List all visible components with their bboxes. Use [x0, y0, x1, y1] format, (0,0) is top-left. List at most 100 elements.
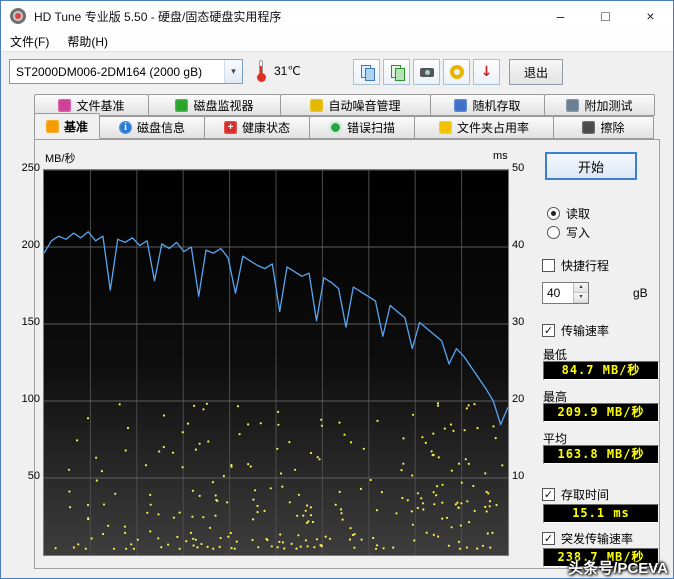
right-axis-tick: 20 — [512, 393, 525, 405]
chevron-down-icon: ▾ — [224, 60, 242, 83]
stepper-down-icon[interactable]: ▾ — [574, 293, 588, 303]
random-access-icon — [454, 98, 468, 112]
short-stroke-unit: gB — [633, 286, 648, 300]
erase-icon — [582, 121, 596, 134]
error-scan-icon — [328, 121, 342, 134]
tab-disk-monitor[interactable]: 磁盘监视器 — [148, 94, 281, 116]
watermark: 头条号/PCEVA — [568, 560, 668, 577]
right-axis-tick: 50 — [512, 162, 525, 174]
left-axis-tick: 200 — [21, 239, 40, 251]
short-stroke-input[interactable] — [543, 283, 573, 303]
tab-label: 文件基准 — [76, 98, 125, 113]
tab-aam[interactable]: 自动噪音管理 — [280, 94, 431, 116]
short-stroke-stepper[interactable]: ▴ ▾ — [542, 282, 589, 304]
min-value: 84.7 MB/秒 — [543, 361, 659, 380]
access-time-value: 15.1 ms — [543, 504, 659, 523]
copy-text-button[interactable] — [383, 59, 410, 85]
copy-icon — [359, 64, 375, 81]
gear-icon — [449, 64, 465, 80]
tab-label: 健康状态 — [241, 121, 290, 135]
tab-error-scan[interactable]: 错误扫描 — [309, 116, 415, 139]
tab-folder-usage[interactable]: 文件夹占用率 — [414, 116, 554, 139]
access-time-label: 存取时间 — [561, 488, 610, 502]
transfer-rate-checkbox[interactable]: 传输速率 — [542, 322, 609, 339]
checkbox-icon[interactable] — [542, 488, 555, 501]
read-radio-label: 读取 — [566, 207, 591, 221]
temperature-value: 31℃ — [274, 64, 301, 78]
benchmark-chart — [43, 169, 509, 556]
copy-text-icon — [389, 64, 405, 81]
checkbox-icon[interactable] — [542, 324, 555, 337]
stepper-arrows[interactable]: ▴ ▾ — [573, 283, 588, 303]
tab-benchmark[interactable]: 基准 — [34, 113, 100, 139]
options-button[interactable] — [443, 59, 470, 85]
right-axis-tick: 30 — [512, 316, 525, 328]
right-axis-label: ms — [493, 150, 508, 162]
transfer-rate-label: 传输速率 — [561, 324, 610, 338]
burst-rate-label: 突发传输速率 — [561, 532, 634, 546]
menu-file[interactable]: 文件(F) — [1, 31, 58, 52]
minimize-button[interactable]: – — [538, 1, 583, 31]
burst-rate-checkbox[interactable]: 突发传输速率 — [542, 530, 633, 547]
read-radio[interactable]: 读取 — [547, 205, 590, 222]
short-stroke-label: 快捷行程 — [561, 259, 610, 273]
tab-erase[interactable]: 擦除 — [553, 116, 654, 139]
tab-label: 基准 — [63, 119, 88, 134]
health-icon — [223, 121, 237, 134]
screenshot-button[interactable] — [413, 59, 440, 85]
tab-extra-tests[interactable]: 附加测试 — [544, 94, 655, 116]
hdtune-window: HD Tune 专业版 5.50 - 硬盘/固态硬盘实用程序 – □ × 文件(… — [0, 0, 674, 579]
short-stroke-checkbox[interactable]: 快捷行程 — [542, 257, 609, 274]
exit-button[interactable]: 退出 — [509, 59, 563, 85]
tab-label: 文件夹占用率 — [456, 121, 529, 135]
tab-label: 错误扫描 — [346, 121, 395, 135]
stepper-up-icon[interactable]: ▴ — [574, 283, 588, 293]
benchmark-icon — [45, 119, 59, 133]
radio-icon[interactable] — [547, 207, 560, 220]
left-axis-tick: 150 — [21, 316, 40, 328]
tab-disk-info[interactable]: 磁盘信息 — [99, 116, 205, 139]
window-controls: – □ × — [538, 1, 673, 31]
camera-icon — [419, 64, 435, 80]
write-radio[interactable]: 写入 — [547, 224, 590, 241]
tab-label: 磁盘信息 — [136, 121, 185, 135]
avg-value: 163.8 MB/秒 — [543, 445, 659, 464]
tab-row-bottom: 基准 磁盘信息 健康状态 错误扫描 文件夹占用率 擦除 — [34, 113, 654, 139]
right-axis-tick: 10 — [512, 470, 525, 482]
access-time-checkbox[interactable]: 存取时间 — [542, 486, 609, 503]
tab-label: 磁盘监视器 — [193, 98, 254, 113]
max-value: 209.9 MB/秒 — [543, 403, 659, 422]
write-radio-label: 写入 — [566, 226, 591, 240]
radio-icon[interactable] — [547, 226, 560, 239]
app-icon — [10, 8, 26, 24]
tab-label: 擦除 — [600, 121, 625, 135]
menu-bar: 文件(F) 帮助(H) — [1, 31, 673, 52]
tab-row-top: 文件基准 磁盘监视器 自动噪音管理 随机存取 附加测试 — [34, 94, 655, 116]
file-benchmark-icon — [58, 98, 72, 112]
checkbox-icon[interactable] — [542, 259, 555, 272]
left-axis-label: MB/秒 — [45, 153, 76, 165]
tab-label: 附加测试 — [584, 98, 633, 113]
disk-info-icon — [118, 121, 132, 134]
disk-monitor-icon — [175, 98, 189, 112]
aam-icon — [310, 98, 324, 112]
tab-label: 自动噪音管理 — [328, 98, 401, 113]
checkbox-icon[interactable] — [542, 532, 555, 545]
menu-help[interactable]: 帮助(H) — [58, 31, 117, 52]
drive-select[interactable]: ST2000DM006-2DM164 (2000 gB) ▾ — [9, 59, 243, 84]
start-button[interactable]: 开始 — [545, 152, 637, 180]
toolbar: ST2000DM006-2DM164 (2000 gB) ▾ 31℃ 退出 — [1, 53, 673, 91]
tab-random-access[interactable]: 随机存取 — [430, 94, 545, 116]
close-button[interactable]: × — [628, 1, 673, 31]
update-button[interactable] — [473, 59, 500, 85]
title-bar: HD Tune 专业版 5.50 - 硬盘/固态硬盘实用程序 – □ × — [1, 1, 673, 31]
tab-health[interactable]: 健康状态 — [204, 116, 310, 139]
copy-button[interactable] — [353, 59, 380, 85]
drive-select-value: ST2000DM006-2DM164 (2000 gB) — [16, 64, 203, 79]
download-icon — [479, 64, 495, 80]
maximize-button[interactable]: □ — [583, 1, 628, 31]
window-title: HD Tune 专业版 5.50 - 硬盘/固态硬盘实用程序 — [34, 9, 282, 24]
thermometer-icon — [257, 60, 266, 82]
folder-usage-icon — [438, 121, 452, 134]
left-axis-tick: 100 — [21, 393, 40, 405]
